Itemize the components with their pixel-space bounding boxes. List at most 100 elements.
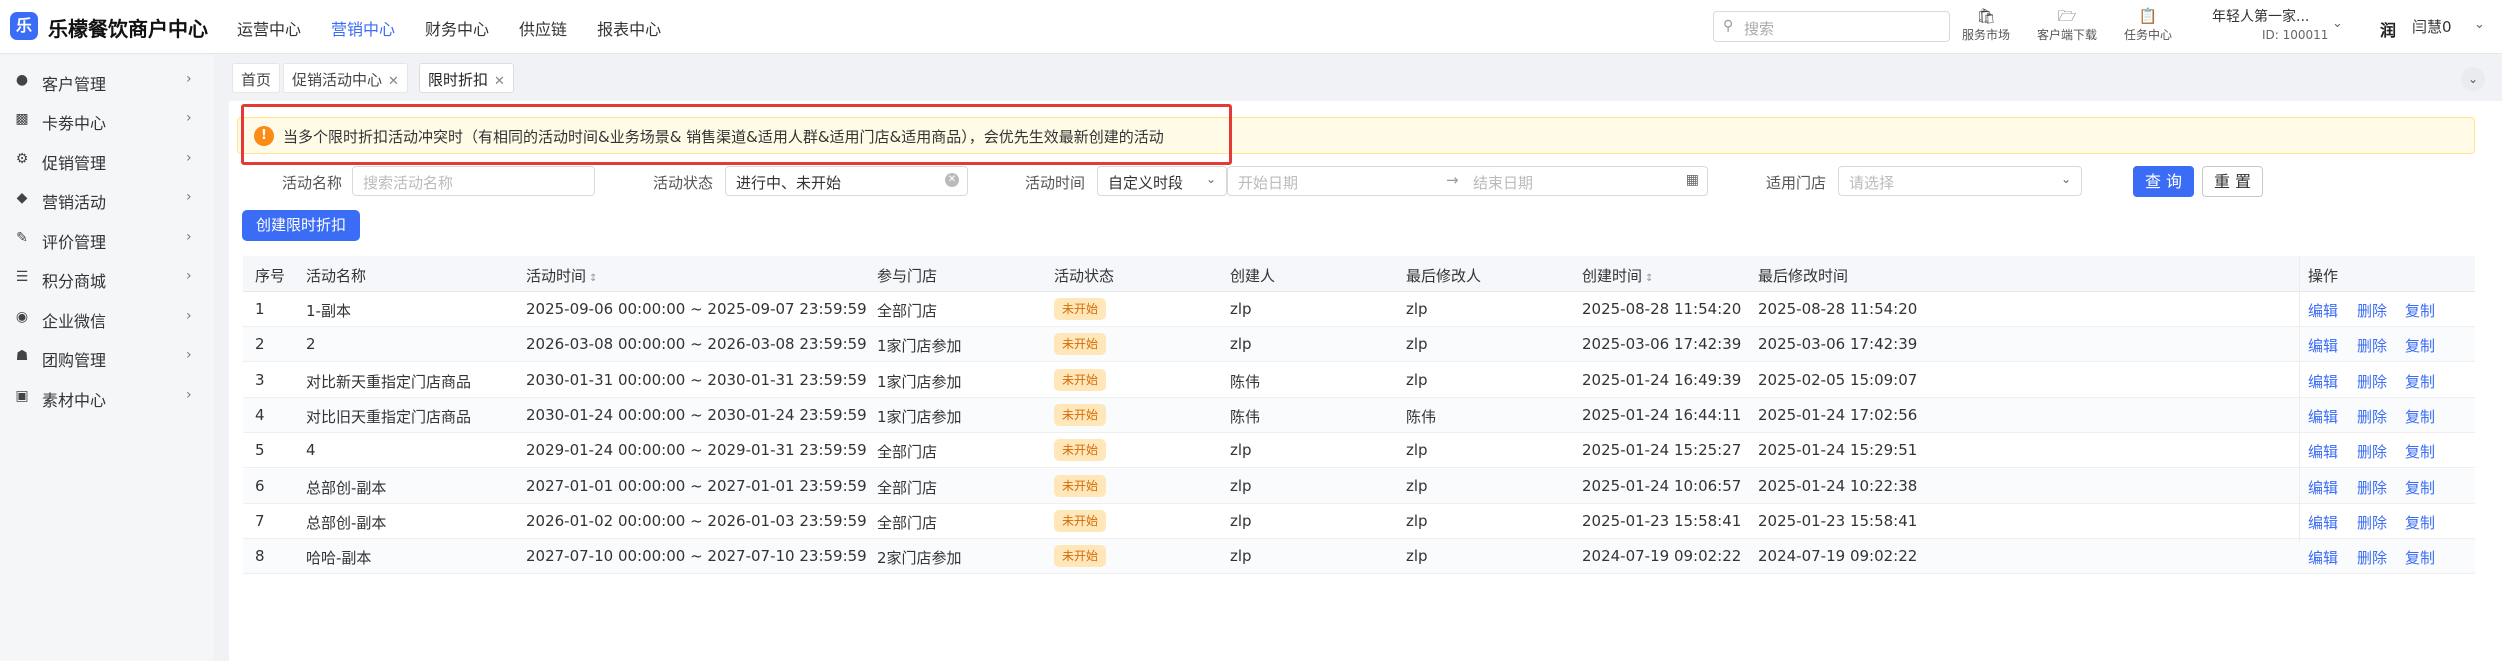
- edit-link[interactable]: 编辑: [2308, 512, 2338, 533]
- app-title[interactable]: 乐檬餐饮商户中心: [48, 13, 208, 42]
- account-name: 年轻人第一家...: [2212, 9, 2310, 25]
- top-nav-reports[interactable]: 报表中心: [597, 16, 661, 40]
- copy-link[interactable]: 复制: [2405, 547, 2435, 568]
- tab-limited-discount[interactable]: 限时折扣 ✕: [419, 63, 514, 93]
- copy-link[interactable]: 复制: [2405, 477, 2435, 498]
- row-creator: zlp: [1230, 300, 1252, 318]
- sidebar-item-coupons[interactable]: ▩ 卡劵中心 ›: [0, 106, 214, 136]
- copy-link[interactable]: 复制: [2405, 300, 2435, 321]
- col-time[interactable]: 活动时间 ↕: [526, 265, 597, 286]
- sidebar-item-promotions[interactable]: ⚙ 促销管理 ›: [0, 146, 214, 176]
- global-search-input[interactable]: ⚲ 搜索: [1713, 11, 1950, 42]
- delete-link[interactable]: 删除: [2357, 512, 2387, 533]
- start-date-placeholder: 开始日期: [1238, 174, 1299, 192]
- query-button[interactable]: 查 询: [2133, 166, 2194, 197]
- chevron-down-icon[interactable]: ⌄: [2332, 16, 2343, 31]
- delete-link[interactable]: 删除: [2357, 441, 2387, 462]
- delete-link[interactable]: 删除: [2357, 300, 2387, 321]
- tab-promotion-center[interactable]: 促销活动中心 ✕: [283, 63, 408, 93]
- delete-link[interactable]: 删除: [2357, 477, 2387, 498]
- chevron-down-icon: ⌄: [1205, 172, 1216, 186]
- clear-icon[interactable]: ✕: [945, 173, 959, 187]
- clipboard-icon: 📋: [2138, 7, 2158, 25]
- sidebar-item-label: 积分商城: [42, 272, 107, 291]
- account-switcher[interactable]: 年轻人第一家... ID: 100011: [2212, 6, 2328, 42]
- sort-icon[interactable]: ↕: [1645, 273, 1653, 284]
- avatar[interactable]: 润: [2380, 17, 2396, 41]
- sidebar-item-label: 卡劵中心: [42, 114, 107, 133]
- row-modified: 2025-01-24 17:02:56: [1758, 405, 1918, 424]
- edit-link[interactable]: 编辑: [2308, 300, 2338, 321]
- row-no: 4: [255, 405, 265, 424]
- chevron-down-icon[interactable]: ⌄: [2474, 17, 2485, 32]
- client-download-button[interactable]: 🗁 客户端下载: [2037, 6, 2097, 43]
- top-nav-supply-chain[interactable]: 供应链: [519, 16, 567, 40]
- row-time: 2026-03-08 00:00:00 ~ 2026-03-08 23:59:5…: [526, 335, 867, 354]
- create-limited-discount-button[interactable]: 创建限时折扣: [242, 210, 360, 241]
- range-arrow-icon: →: [1446, 171, 1459, 189]
- activity-name-input[interactable]: 搜索活动名称: [352, 166, 595, 196]
- store-select[interactable]: 请选择 ⌄: [1838, 166, 2082, 196]
- copy-link[interactable]: 复制: [2405, 406, 2435, 427]
- sort-icon[interactable]: ↕: [589, 273, 597, 284]
- status-badge: 未开始: [1054, 298, 1107, 320]
- close-icon[interactable]: ✕: [494, 74, 505, 89]
- sidebar-item-group-buy[interactable]: ☗ 团购管理 ›: [0, 343, 214, 373]
- row-no: 5: [255, 441, 265, 460]
- status-badge: 未开始: [1054, 509, 1107, 532]
- top-nav-marketing[interactable]: 营销中心: [331, 16, 395, 40]
- activity-status-select[interactable]: 进行中、未开始 ✕: [725, 166, 968, 196]
- copy-link[interactable]: 复制: [2405, 441, 2435, 462]
- sidebar-item-wecom[interactable]: ◉ 企业微信 ›: [0, 304, 214, 334]
- row-creator: 陈伟: [1230, 407, 1261, 426]
- row-created: 2025-03-06 17:42:39: [1582, 335, 1742, 354]
- sidebar-item-customers[interactable]: ● 客户管理 ›: [0, 67, 214, 97]
- app-logo-icon[interactable]: 乐: [10, 12, 38, 40]
- time-mode-select[interactable]: 自定义时段 ⌄: [1097, 166, 1227, 196]
- top-nav-ops[interactable]: 运营中心: [237, 16, 301, 40]
- page-tabs: 首页 促销活动中心 ✕ 限时折扣 ✕ ⌄: [229, 55, 2502, 101]
- tab-home[interactable]: 首页: [232, 63, 281, 93]
- edit-link[interactable]: 编辑: [2308, 547, 2338, 568]
- col-time-label: 活动时间: [526, 267, 587, 285]
- sidebar-item-label: 客户管理: [42, 75, 107, 94]
- chevron-down-icon[interactable]: ⌄: [2461, 67, 2485, 91]
- sidebar-item-points-mall[interactable]: ☰ 积分商城 ›: [0, 264, 214, 294]
- date-range-picker[interactable]: 开始日期 → 结束日期 ▦: [1227, 166, 1708, 196]
- row-store: 1家门店参加: [877, 407, 962, 426]
- edit-link[interactable]: 编辑: [2308, 441, 2338, 462]
- user-name[interactable]: 闫慧0: [2412, 16, 2452, 37]
- chevron-right-icon: ›: [186, 229, 192, 245]
- edit-link[interactable]: 编辑: [2308, 477, 2338, 498]
- delete-link[interactable]: 删除: [2357, 335, 2387, 356]
- delete-link[interactable]: 删除: [2357, 547, 2387, 568]
- highlight-box: [241, 104, 1232, 165]
- activity-status-label: 活动状态: [653, 174, 714, 192]
- edit-link[interactable]: 编辑: [2308, 371, 2338, 392]
- copy-link[interactable]: 复制: [2405, 371, 2435, 392]
- sidebar-item-campaigns[interactable]: ◆ 营销活动 ›: [0, 185, 214, 215]
- sidebar-item-reviews[interactable]: ✎ 评价管理 ›: [0, 225, 214, 255]
- col-actions: 操作: [2308, 267, 2339, 285]
- top-nav-finance[interactable]: 财务中心: [425, 16, 489, 40]
- copy-link[interactable]: 复制: [2405, 335, 2435, 356]
- row-created: 2025-01-24 10:06:57: [1582, 476, 1742, 495]
- task-center-button[interactable]: 📋 任务中心: [2124, 6, 2172, 43]
- delete-link[interactable]: 删除: [2357, 406, 2387, 427]
- copy-link[interactable]: 复制: [2405, 512, 2435, 533]
- reset-button[interactable]: 重 置: [2202, 166, 2263, 197]
- row-modified: 2025-08-28 11:54:20: [1758, 300, 1918, 318]
- sidebar-item-materials[interactable]: ▣ 素材中心 ›: [0, 383, 214, 413]
- edit-link[interactable]: 编辑: [2308, 335, 2338, 356]
- delete-link[interactable]: 删除: [2357, 371, 2387, 392]
- row-created: 2025-01-24 15:25:27: [1582, 441, 1742, 460]
- row-created: 2025-01-23 15:58:41: [1582, 511, 1742, 530]
- database-icon: ☰: [15, 269, 29, 285]
- service-market-button[interactable]: 🛍 服务市场: [1962, 6, 2010, 43]
- edit-link[interactable]: 编辑: [2308, 406, 2338, 427]
- close-icon[interactable]: ✕: [388, 74, 399, 89]
- sidebar-item-label: 素材中心: [42, 391, 107, 410]
- row-name: 总部创-副本: [306, 513, 387, 532]
- row-name: 总部创-副本: [306, 478, 387, 497]
- col-created[interactable]: 创建时间 ↕: [1582, 265, 1653, 286]
